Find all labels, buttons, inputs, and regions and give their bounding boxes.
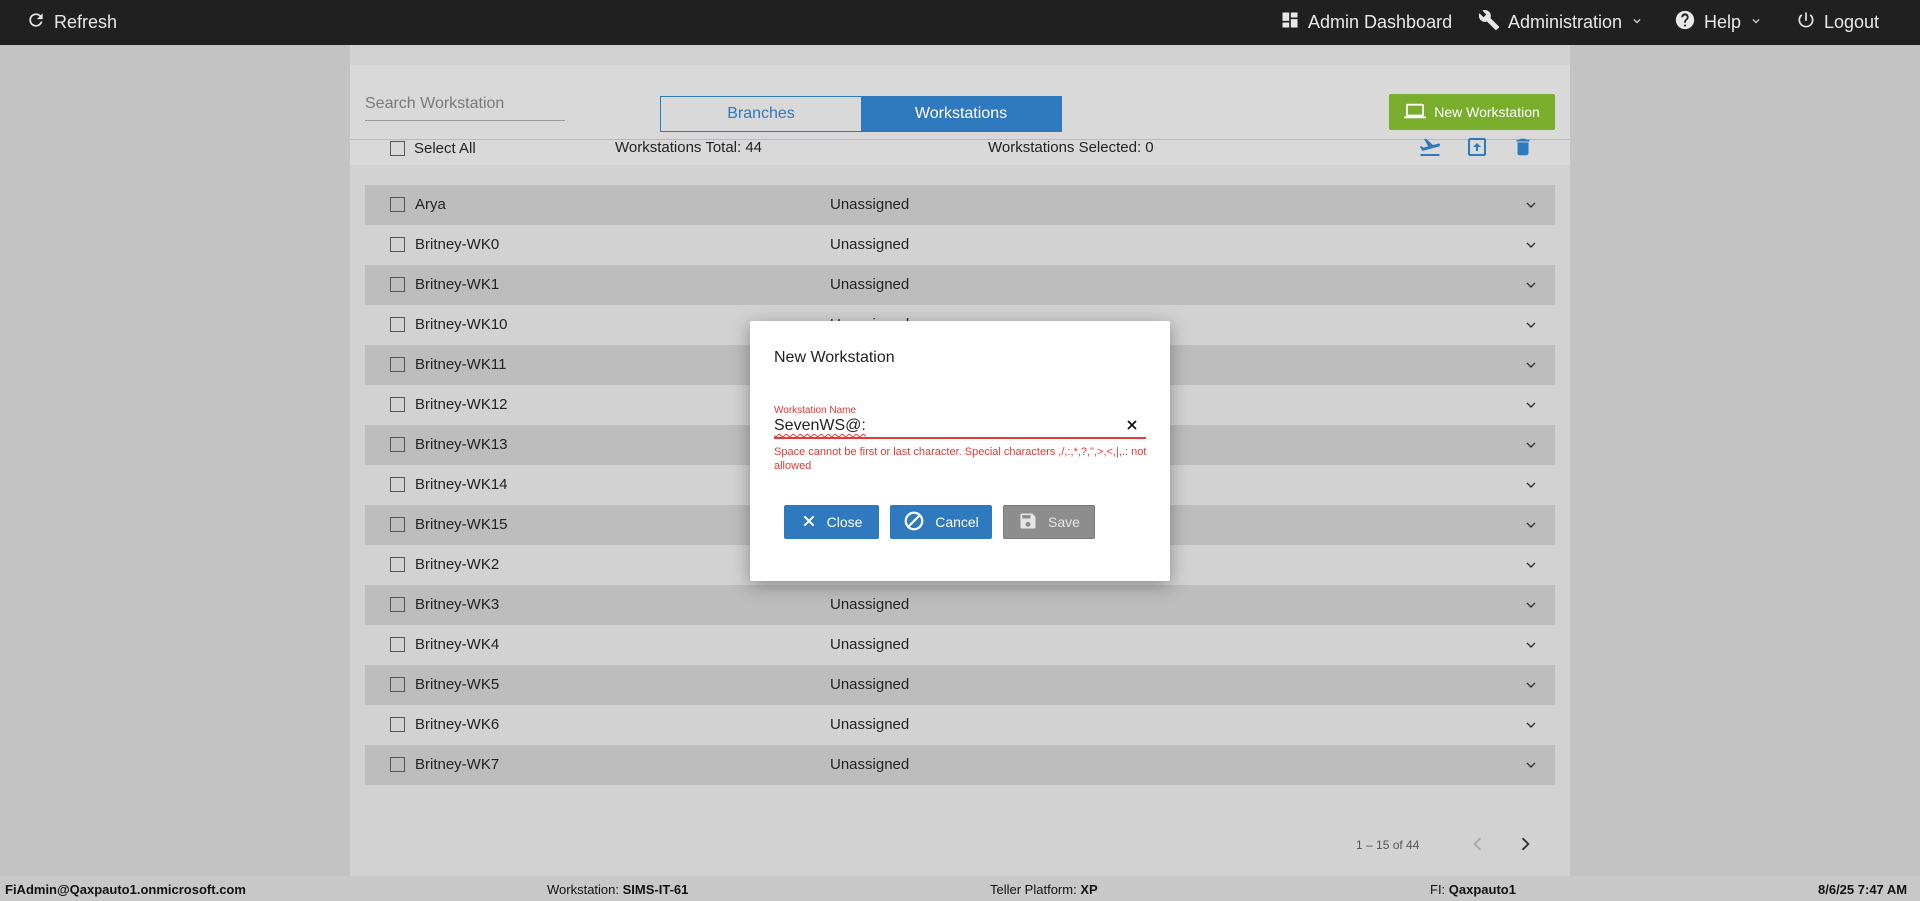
- workstation-name-input[interactable]: SevenWS@:: [774, 415, 1146, 439]
- close-icon: [801, 513, 817, 532]
- block-icon: [903, 510, 925, 535]
- clear-icon[interactable]: [1124, 417, 1140, 438]
- close-button[interactable]: Close: [784, 505, 879, 539]
- save-button[interactable]: Save: [1003, 505, 1095, 539]
- cancel-button[interactable]: Cancel: [890, 505, 992, 539]
- dialog-title: New Workstation: [774, 349, 895, 366]
- cancel-label: Cancel: [935, 514, 979, 530]
- save-label: Save: [1048, 514, 1080, 530]
- new-workstation-dialog: New Workstation Workstation Name SevenWS…: [750, 321, 1170, 581]
- save-icon: [1018, 511, 1038, 534]
- validation-error: Space cannot be first or last character.…: [774, 446, 1147, 472]
- workstation-name-value: SevenWS@:: [774, 417, 866, 434]
- close-label: Close: [826, 514, 863, 530]
